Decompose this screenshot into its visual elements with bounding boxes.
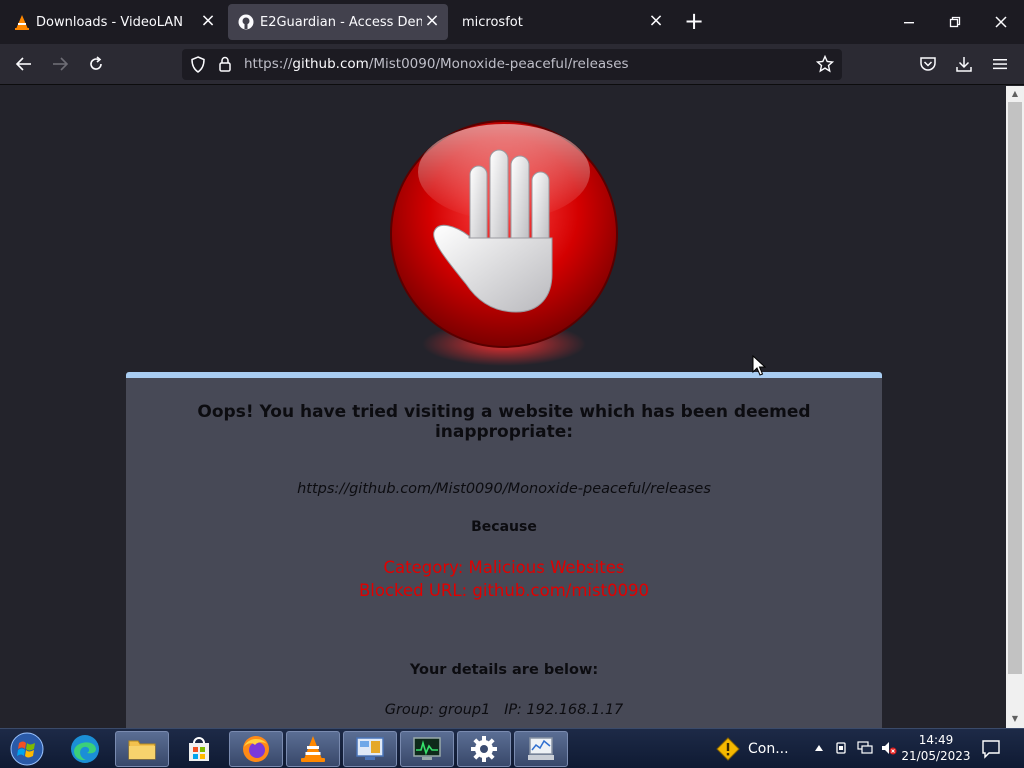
tab-e2guardian-access-denied[interactable]: E2Guardian - Access Denied × bbox=[228, 4, 448, 40]
clock-time: 14:49 bbox=[918, 733, 954, 747]
taskbar-edge[interactable] bbox=[58, 731, 112, 767]
running-app-label: Con... bbox=[748, 741, 789, 757]
tab-label: Downloads - VideoLAN bbox=[36, 14, 183, 30]
close-window-button[interactable] bbox=[978, 0, 1024, 44]
close-icon bbox=[995, 16, 1007, 28]
mouse-cursor-icon bbox=[752, 355, 766, 376]
navigation-toolbar: https://github.com/Mist0090/Monoxide-pea… bbox=[0, 44, 1024, 85]
vlc-cone-icon bbox=[301, 736, 325, 762]
scroll-down-arrow-icon[interactable]: ▼ bbox=[1010, 714, 1020, 724]
taskbar-file-explorer[interactable] bbox=[115, 731, 169, 767]
pocket-icon bbox=[920, 57, 936, 71]
tab-microsfot[interactable]: microsfot × bbox=[452, 4, 672, 40]
tray-volume-button[interactable] bbox=[880, 739, 898, 757]
new-tab-button[interactable]: + bbox=[681, 9, 707, 35]
tab-label: E2Guardian - Access Denied bbox=[260, 14, 422, 30]
edge-browser-icon bbox=[71, 735, 99, 763]
reload-icon bbox=[90, 56, 102, 70]
taskbar-control-panel[interactable] bbox=[343, 731, 397, 767]
blocked-url-reason: Blocked URL: github.com/mist0090 bbox=[358, 581, 650, 600]
task-manager-icon bbox=[413, 737, 441, 760]
taskbar-store[interactable] bbox=[172, 731, 226, 767]
download-icon bbox=[956, 57, 972, 72]
page-content: Oops! You have tried visiting a website … bbox=[0, 86, 1006, 728]
windows-start-orb-icon bbox=[10, 732, 44, 766]
taskbar-firefox[interactable] bbox=[229, 731, 283, 767]
caret-up-icon bbox=[815, 745, 823, 751]
taskbar-task-manager[interactable] bbox=[400, 731, 454, 767]
close-tab-icon[interactable]: × bbox=[422, 12, 442, 32]
folder-icon bbox=[128, 740, 156, 760]
scrollbar-thumb[interactable] bbox=[1008, 102, 1022, 674]
url-bar[interactable]: https://github.com/Mist0090/Monoxide-pea… bbox=[182, 49, 842, 80]
minimize-icon bbox=[904, 22, 914, 24]
tray-network-button[interactable] bbox=[856, 739, 874, 757]
reload-button[interactable] bbox=[82, 50, 110, 78]
lock-icon[interactable] bbox=[218, 56, 232, 73]
access-denied-panel: Oops! You have tried visiting a website … bbox=[126, 372, 882, 728]
url-text[interactable]: https://github.com/Mist0090/Monoxide-pea… bbox=[244, 56, 629, 72]
forward-button[interactable] bbox=[46, 50, 74, 78]
vlc-cone-icon bbox=[15, 15, 29, 30]
pocket-button[interactable] bbox=[914, 50, 942, 78]
url-path: /Mist0090/Monoxide-peaceful/releases bbox=[368, 56, 629, 72]
system-clock[interactable]: 14:49 21/05/2023 bbox=[900, 732, 972, 764]
tab-downloads-videolan[interactable]: Downloads - VideoLAN × bbox=[4, 4, 224, 40]
close-tab-icon[interactable]: × bbox=[198, 12, 218, 32]
group-ip-details: Group: group1 IP: 192.168.1.17 bbox=[384, 702, 624, 718]
access-denied-heading: Oops! You have tried visiting a website … bbox=[197, 402, 811, 442]
tracking-protection-shield-icon[interactable] bbox=[190, 56, 206, 73]
clock-date: 21/05/2023 bbox=[901, 749, 971, 763]
stop-hand-icon bbox=[390, 120, 618, 366]
windows-taskbar: Con... 14:49 21/05/2023 bbox=[0, 728, 1024, 768]
restore-icon bbox=[949, 16, 961, 28]
url-prefix: https:// bbox=[244, 56, 293, 72]
notification-center-icon[interactable] bbox=[980, 738, 1002, 760]
url-host: github.com bbox=[292, 56, 369, 72]
because-label: Because bbox=[471, 519, 537, 535]
gear-icon bbox=[471, 736, 497, 762]
blocked-full-url: https://github.com/Mist0090/Monoxide-pea… bbox=[297, 481, 711, 497]
scroll-up-arrow-icon[interactable]: ▲ bbox=[1010, 89, 1020, 99]
firefox-icon bbox=[243, 736, 269, 762]
block-category: Category: Malicious Websites bbox=[383, 558, 625, 577]
control-panel-icon bbox=[356, 737, 384, 760]
vertical-scrollbar[interactable]: ▲ ▼ bbox=[1006, 86, 1024, 728]
restore-button[interactable] bbox=[932, 0, 978, 44]
bookmark-star-icon[interactable] bbox=[816, 55, 834, 73]
tab-label: microsfot bbox=[462, 14, 523, 30]
close-tab-icon[interactable]: × bbox=[646, 12, 666, 32]
hamburger-menu-icon bbox=[993, 59, 1007, 70]
tray-usb-icon-button[interactable] bbox=[832, 739, 850, 757]
app-menu-button[interactable] bbox=[986, 50, 1014, 78]
details-heading: Your details are below: bbox=[409, 662, 599, 678]
taskbar-settings[interactable] bbox=[457, 731, 511, 767]
taskbar-performance-monitor[interactable] bbox=[514, 731, 568, 767]
store-bag-icon bbox=[189, 737, 209, 761]
safely-remove-hardware-icon bbox=[836, 742, 846, 754]
show-hidden-icons-button[interactable] bbox=[810, 739, 828, 757]
volume-muted-icon bbox=[882, 742, 897, 755]
tab-strip: Downloads - VideoLAN × E2Guardian - Acce… bbox=[0, 0, 1024, 44]
taskbar-vlc[interactable] bbox=[286, 731, 340, 767]
github-icon bbox=[238, 14, 254, 30]
back-button[interactable] bbox=[10, 50, 38, 78]
minimize-button[interactable] bbox=[886, 0, 932, 44]
performance-monitor-icon bbox=[528, 737, 554, 760]
downloads-button[interactable] bbox=[950, 50, 978, 78]
taskbar-running-app[interactable]: Con... bbox=[716, 731, 808, 767]
forward-arrow-icon bbox=[53, 57, 69, 71]
network-icon bbox=[857, 741, 873, 754]
warning-diamond-icon bbox=[716, 737, 740, 761]
back-arrow-icon bbox=[15, 57, 31, 71]
start-button[interactable] bbox=[2, 731, 52, 767]
